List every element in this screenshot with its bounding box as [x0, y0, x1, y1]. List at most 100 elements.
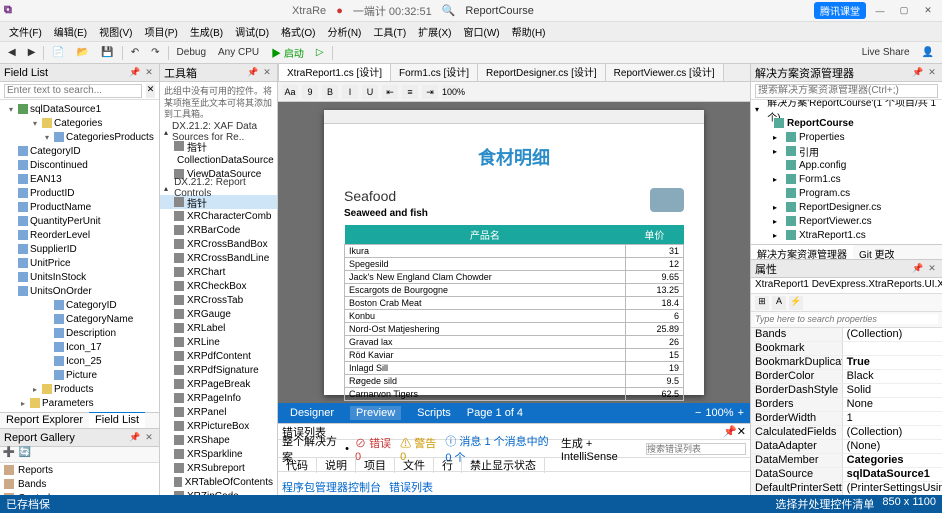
tree-item[interactable]: ▾Categories [2, 116, 157, 130]
prop-value[interactable]: (Collection) [843, 426, 942, 440]
tree-item[interactable]: Picture [2, 368, 157, 382]
tab-preview[interactable]: Preview [350, 406, 401, 420]
tree-item[interactable]: ▸Products [2, 382, 157, 396]
menu-item[interactable]: 编辑(E) [49, 22, 92, 41]
tree-item[interactable]: SupplierID [2, 242, 157, 256]
minimize-icon[interactable]: — [870, 4, 890, 18]
menu-item[interactable]: 分析(N) [323, 22, 367, 41]
events-icon[interactable]: ⚡ [789, 296, 803, 310]
tree-item[interactable]: ProductName [2, 200, 157, 214]
menu-item[interactable]: 帮助(H) [507, 22, 551, 41]
doc-tab[interactable]: XtraReport1.cs [设计] [278, 64, 391, 81]
pin-icon[interactable]: 📌 [129, 432, 141, 444]
error-search-input[interactable] [646, 443, 746, 455]
prop-row[interactable]: CalculatedFields(Collection) [751, 426, 942, 440]
gallery-item[interactable]: Reports [0, 463, 159, 477]
toolbox-item[interactable]: XRCharacterComb [160, 209, 277, 223]
nav-back-icon[interactable]: ◀ [4, 46, 20, 59]
gallery-add-icon[interactable]: ➕ [2, 447, 16, 461]
prop-row[interactable]: BorderColorBlack [751, 370, 942, 384]
config-dropdown[interactable]: Debug [173, 46, 210, 59]
sol-root[interactable]: ▾解决方案'ReportCourse'(1 个项目/共 1 个) [753, 102, 940, 116]
menu-item[interactable]: 视图(V) [94, 22, 137, 41]
toolbox-group[interactable]: ▴DX.21.2: Report Controls [160, 181, 277, 195]
gallery-list[interactable]: ReportsBandsControlsStylesData Sources [0, 463, 159, 495]
doc-tab[interactable]: ReportViewer.cs [设计] [605, 64, 724, 81]
error-col[interactable]: 行 [434, 457, 462, 473]
error-col[interactable]: 代码 [278, 457, 317, 473]
prop-value[interactable]: Categories [843, 454, 942, 468]
sol-item[interactable]: ▸ReportDesigner.cs [753, 200, 940, 214]
save-icon[interactable]: 💾 [97, 46, 117, 59]
menu-item[interactable]: 生成(B) [185, 22, 228, 41]
sol-item[interactable]: Program.cs [753, 186, 940, 200]
tree-item[interactable]: ▸Parameters [2, 396, 157, 410]
categorize-icon[interactable]: ⊞ [755, 296, 769, 310]
error-col[interactable]: 文件 [395, 457, 434, 473]
tab-error-list[interactable]: 错误列表 [389, 479, 433, 495]
live-share-button[interactable]: Live Share [858, 46, 914, 59]
toolbox-item[interactable]: XRLabel [160, 321, 277, 335]
menu-item[interactable]: 格式(O) [276, 22, 320, 41]
toolbox-item[interactable]: XRLine [160, 335, 277, 349]
tab-designer[interactable]: Designer [284, 406, 340, 420]
open-icon[interactable]: 📂 [73, 46, 93, 59]
prop-row[interactable]: DataMemberCategories [751, 454, 942, 468]
search-icon[interactable]: 🔍 [442, 4, 456, 17]
prop-value[interactable]: sqlDataSource1 [843, 468, 942, 482]
tree-item[interactable]: UnitPrice [2, 256, 157, 270]
toolbox-item[interactable]: CollectionDataSource [160, 153, 277, 167]
close-panel-icon[interactable]: ✕ [261, 67, 273, 79]
redo-icon[interactable]: ↷ [147, 46, 163, 59]
toolbox-list[interactable]: 此组中没有可用的控件。将某项拖至此文本可将其添加到工具箱。▴DX.21.2: X… [160, 82, 277, 495]
menu-item[interactable]: 文件(F) [4, 22, 47, 41]
platform-dropdown[interactable]: Any CPU [214, 46, 263, 59]
tab-field-list[interactable]: Field List [89, 412, 145, 428]
zoom-out-icon[interactable]: − [695, 407, 701, 419]
tab-report-explorer[interactable]: Report Explorer [0, 413, 89, 428]
italic-icon[interactable]: I [342, 85, 358, 99]
toolbox-item[interactable]: XRCrossTab [160, 293, 277, 307]
tree-item[interactable]: CategoryID [2, 144, 157, 158]
pin-icon[interactable]: 📌 [723, 426, 737, 438]
align-left-icon[interactable]: ⇤ [382, 85, 398, 99]
zoom-in-icon[interactable]: + [738, 407, 744, 419]
prop-value[interactable]: 1 [843, 412, 942, 426]
property-search-input[interactable] [755, 314, 938, 324]
gallery-item[interactable]: Bands [0, 477, 159, 491]
sol-item[interactable]: ▸Form1.cs [753, 172, 940, 186]
prop-value[interactable]: None [843, 398, 942, 412]
prop-row[interactable]: BordersNone [751, 398, 942, 412]
prop-value[interactable]: True [843, 356, 942, 370]
toolbox-item[interactable]: XRGauge [160, 307, 277, 321]
toolbox-item[interactable]: XRTableOfContents [160, 475, 277, 489]
pin-icon[interactable]: 📌 [247, 67, 259, 79]
toolbox-item[interactable]: XRPdfSignature [160, 363, 277, 377]
tree-item[interactable]: Icon_17 [2, 340, 157, 354]
maximize-icon[interactable]: ▢ [894, 4, 914, 18]
toolbox-item[interactable]: XRChart [160, 265, 277, 279]
zoom-dropdown[interactable]: 100% [442, 85, 458, 99]
tree-item[interactable]: Icon_25 [2, 354, 157, 368]
tree-item[interactable]: Description [2, 326, 157, 340]
menu-item[interactable]: 窗口(W) [459, 22, 505, 41]
close-panel-icon[interactable]: ✕ [143, 432, 155, 444]
gallery-refresh-icon[interactable]: 🔄 [18, 447, 32, 461]
menu-item[interactable]: 调试(D) [230, 22, 274, 41]
tree-item[interactable]: QuantityPerUnit [2, 214, 157, 228]
prop-row[interactable]: BorderDashStyleSolid [751, 384, 942, 398]
pin-icon[interactable]: 📌 [912, 263, 924, 275]
prop-row[interactable]: DataAdapter(None) [751, 440, 942, 454]
toolbox-item[interactable]: XRPageInfo [160, 391, 277, 405]
tree-item[interactable]: CategoryName [2, 312, 157, 326]
property-object[interactable]: XtraReport1 DevExpress.XtraReports.UI.Xt… [751, 278, 942, 294]
pin-icon[interactable]: 📌 [129, 67, 141, 79]
error-col[interactable]: 禁止显示状态 [462, 457, 545, 473]
toolbox-item[interactable]: XRSubreport [160, 461, 277, 475]
tree-item[interactable]: EAN13 [2, 172, 157, 186]
prop-row[interactable]: Bands(Collection) [751, 328, 942, 342]
toolbox-item[interactable]: XRPanel [160, 405, 277, 419]
field-tree[interactable]: ▾sqlDataSource1▾Categories▾CategoriesPro… [0, 100, 159, 412]
doc-tab[interactable]: ReportDesigner.cs [设计] [477, 64, 606, 81]
tree-item[interactable]: UnitsOnOrder [2, 284, 157, 298]
